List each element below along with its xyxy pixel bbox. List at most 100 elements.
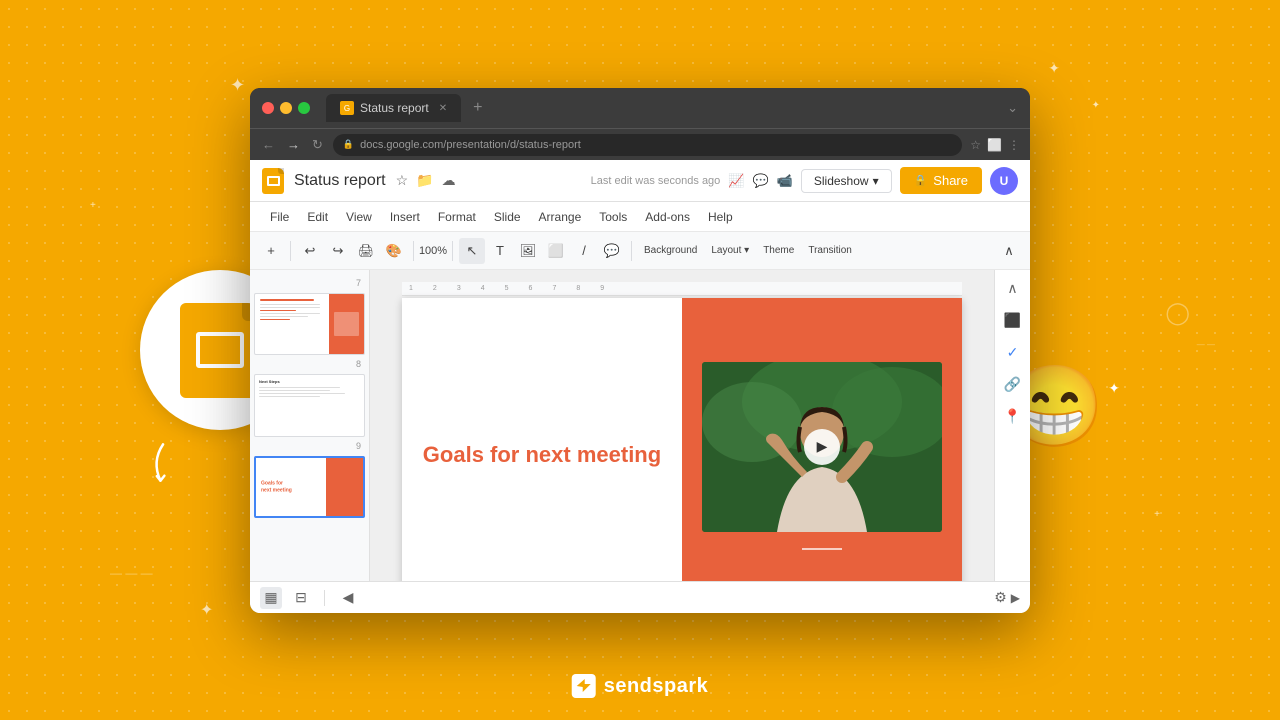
sparkle-icon-6: +: [1154, 509, 1160, 520]
layout-button[interactable]: Layout ▾: [705, 238, 755, 264]
expand-icon[interactable]: ▶: [1011, 591, 1020, 605]
sidebar-check-icon[interactable]: ✓: [1003, 342, 1023, 362]
slide-number-8: 8: [254, 359, 361, 369]
toolbar-zoom[interactable]: 100%: [420, 238, 446, 264]
share-button[interactable]: 🔒 Share: [900, 167, 982, 194]
slide-canvas[interactable]: Goals for next meeting: [402, 298, 962, 581]
browser-tab[interactable]: G Status report ✕: [326, 94, 461, 122]
toolbar-add[interactable]: +: [258, 238, 284, 264]
ruler-6: 7: [552, 285, 556, 292]
panel-collapse-icon[interactable]: ◀: [337, 587, 359, 609]
new-tab-button[interactable]: +: [473, 99, 482, 117]
sparkle-icon-3: ✦: [1092, 100, 1100, 111]
collapse-panel[interactable]: ∧: [996, 238, 1022, 264]
toolbar-shape[interactable]: ⬜: [543, 238, 569, 264]
slide-thumbnail-9[interactable]: Goals fornext meeting: [254, 456, 365, 518]
slides-header: Status report ☆ 📁 ☁ Last edit was second…: [250, 160, 1030, 202]
chart-icon[interactable]: 📈: [728, 173, 744, 189]
forward-button[interactable]: →: [285, 135, 302, 154]
theme-button[interactable]: Theme: [757, 238, 800, 264]
settings-icon[interactable]: ⚙: [994, 589, 1007, 606]
menu-file[interactable]: File: [262, 206, 297, 228]
slides-menubar: File Edit View Insert Format Slide Arran…: [250, 202, 1030, 232]
mini-orange-block-9: [326, 458, 363, 516]
sidebar-location-icon[interactable]: 📍: [1003, 406, 1023, 426]
user-avatar[interactable]: U: [990, 167, 1018, 195]
menu-icon[interactable]: ⋮: [1008, 138, 1020, 152]
menu-slide[interactable]: Slide: [486, 206, 529, 228]
star-icon[interactable]: ☆: [396, 172, 409, 189]
ruler-4: 5: [505, 285, 509, 292]
video-call-icon[interactable]: 📹: [777, 173, 793, 189]
google-slides-icon: [180, 303, 260, 398]
slideshow-dropdown[interactable]: ▾: [873, 174, 879, 188]
tab-close-button[interactable]: ✕: [439, 103, 447, 114]
sendspark-text: sendspark: [604, 675, 709, 698]
comment-icon[interactable]: 💬: [752, 173, 768, 189]
sidebar-theme-icon[interactable]: ⬛: [1003, 310, 1023, 330]
menu-arrange[interactable]: Arrange: [531, 206, 590, 228]
slides-toolbar: + ↩ ↪ 🖨 🎨 100% ↖ T 🖼 ⬜ / 💬 Background La…: [250, 232, 1030, 270]
menu-tools[interactable]: Tools: [591, 206, 635, 228]
slides-bottom-bar: ▦ ⊟ ◀ ⚙ ▶: [250, 581, 1030, 613]
video-placeholder[interactable]: ▶: [702, 362, 942, 532]
slide-thumbnail-8[interactable]: Next Steps: [254, 374, 365, 436]
play-button[interactable]: ▶: [804, 429, 840, 465]
traffic-lights: [262, 102, 310, 114]
menu-format[interactable]: Format: [430, 206, 484, 228]
bookmark-icon[interactable]: ☆: [970, 138, 981, 152]
menu-help[interactable]: Help: [700, 206, 741, 228]
menu-insert[interactable]: Insert: [382, 206, 428, 228]
tab-title: Status report: [360, 101, 429, 115]
toolbar-line[interactable]: /: [571, 238, 597, 264]
document-title[interactable]: Status report: [294, 172, 386, 190]
traffic-light-red[interactable]: [262, 102, 274, 114]
toolbar-select[interactable]: ↖: [459, 238, 485, 264]
background-button[interactable]: Background: [638, 238, 703, 264]
mini-slide-8-content: Next Steps: [255, 375, 364, 403]
folder-icon[interactable]: 📁: [416, 172, 433, 189]
right-sidebar: ∧ ⬛ ✓ 🔗 📍: [994, 270, 1030, 581]
traffic-light-yellow[interactable]: [280, 102, 292, 114]
traffic-light-green[interactable]: [298, 102, 310, 114]
mini-slide-8: Next Steps: [255, 375, 364, 435]
ruler-8: 9: [600, 285, 604, 292]
slideshow-button[interactable]: Slideshow ▾: [801, 169, 892, 193]
deco-lines-right: — —: [1197, 340, 1215, 349]
menu-edit[interactable]: Edit: [299, 206, 336, 228]
filmstrip-view-icon[interactable]: ⊟: [290, 587, 312, 609]
deco-lines-left: — — —: [110, 566, 153, 580]
sidebar-link-icon[interactable]: 🔗: [1003, 374, 1023, 394]
browser-window: G Status report ✕ + ⌄ ← → ↻ 🔒 docs.googl…: [250, 88, 1030, 613]
mini-slide-7: [255, 294, 364, 354]
toolbar-text[interactable]: T: [487, 238, 513, 264]
toolbar-paint[interactable]: 🎨: [381, 238, 407, 264]
ruler-7: 8: [576, 285, 580, 292]
transition-button[interactable]: Transition: [802, 238, 858, 264]
toolbar-redo[interactable]: ↪: [325, 238, 351, 264]
toolbar-undo[interactable]: ↩: [297, 238, 323, 264]
slide-thumbnail-7[interactable]: [254, 293, 365, 355]
toolbar-comment[interactable]: 💬: [599, 238, 625, 264]
ruler-3: 4: [481, 285, 485, 292]
browser-minimize[interactable]: ⌄: [1007, 100, 1018, 116]
slide-panel: 7: [250, 270, 370, 581]
bottom-right-controls: ⚙ ▶: [994, 589, 1020, 606]
cloud-icon[interactable]: ☁: [442, 172, 456, 189]
slide-right-decoration: [802, 548, 842, 550]
slides-main-area: 7: [250, 270, 1030, 581]
sparkle-icon: ✦: [230, 75, 245, 96]
sidebar-expand-icon[interactable]: ∧: [1003, 278, 1023, 298]
address-bar[interactable]: 🔒 docs.google.com/presentation/d/status-…: [333, 134, 962, 156]
nav-icons-right: ☆ ⬜ ⋮: [970, 138, 1020, 152]
toolbar-image[interactable]: 🖼: [515, 238, 541, 264]
grid-view-icon[interactable]: ▦: [260, 587, 282, 609]
back-button[interactable]: ←: [260, 135, 277, 154]
toolbar-print[interactable]: 🖨: [353, 238, 379, 264]
last-edit-text: Last edit was seconds ago: [591, 175, 721, 187]
extensions-icon[interactable]: ⬜: [987, 138, 1002, 152]
refresh-button[interactable]: ↻: [310, 135, 325, 155]
slides-icon-inner: [196, 332, 244, 368]
menu-view[interactable]: View: [338, 206, 380, 228]
menu-addons[interactable]: Add-ons: [637, 206, 698, 228]
